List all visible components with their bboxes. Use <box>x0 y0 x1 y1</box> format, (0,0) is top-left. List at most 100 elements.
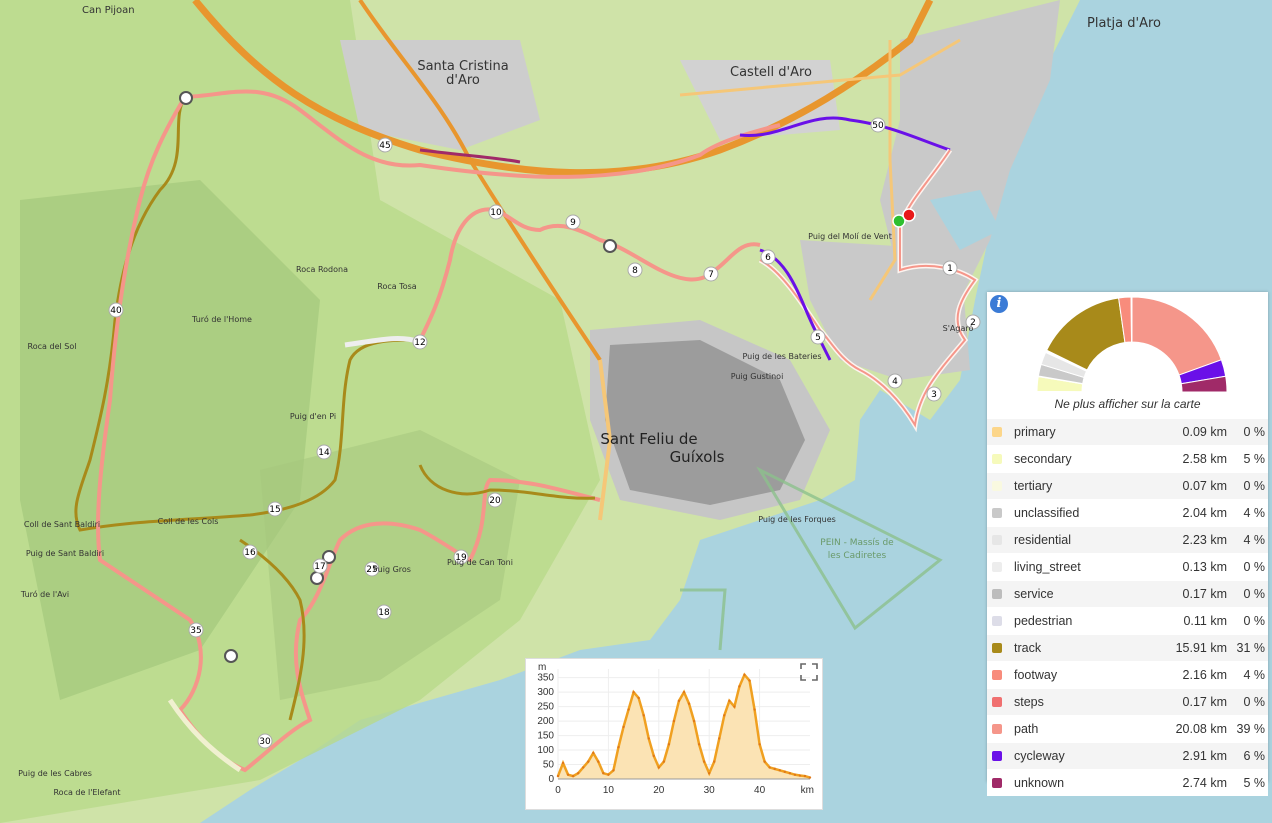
legend-percent: 5 % <box>1243 452 1265 466</box>
svg-text:20: 20 <box>489 496 501 506</box>
pein-boundary-2 <box>680 588 727 651</box>
y-tick-label: 150 <box>537 731 554 742</box>
legend-percent: 5 % <box>1243 776 1265 790</box>
legend-swatch <box>992 778 1002 788</box>
legend-label: tertiary <box>1014 479 1053 493</box>
y-tick-label: 300 <box>537 687 554 698</box>
svg-text:Coll de les Cols: Coll de les Cols <box>158 517 219 526</box>
svg-text:Puig Gustinoi: Puig Gustinoi <box>731 372 784 381</box>
legend-row-primary: primary 0.09 km 0 % <box>987 418 1268 445</box>
legend-percent: 31 % <box>1236 641 1266 655</box>
elevation-point <box>713 760 716 763</box>
legend-swatch <box>992 724 1002 734</box>
waypoint-marker[interactable] <box>179 91 193 105</box>
y-tick-label: 200 <box>537 716 554 727</box>
donut-slice-path <box>1131 296 1223 376</box>
x-axis-unit: km <box>801 785 814 796</box>
elevation-point <box>798 774 802 777</box>
x-tick-label: 10 <box>603 785 615 796</box>
svg-text:Roca de l'Elefant: Roca de l'Elefant <box>53 788 120 797</box>
x-tick-label: 0 <box>555 785 561 796</box>
svg-text:5: 5 <box>815 333 821 343</box>
svg-text:18: 18 <box>378 608 390 618</box>
svg-text:7: 7 <box>708 270 714 280</box>
surface-legend: primary 0.09 km 0 % secondary 2.58 km 5 % tert… <box>987 418 1268 796</box>
elevation-point <box>783 770 786 773</box>
elevation-point <box>748 679 751 682</box>
elevation-point <box>788 772 792 775</box>
elevation-point <box>632 690 635 694</box>
y-tick-label: 0 <box>548 774 554 785</box>
legend-distance: 0.17 km <box>1182 695 1227 709</box>
svg-text:Turó de l'Home: Turó de l'Home <box>191 314 252 324</box>
info-icon[interactable]: i <box>990 295 1008 313</box>
elevation-point <box>773 767 776 771</box>
svg-text:Can Pijoan: Can Pijoan <box>82 5 135 16</box>
elevation-point <box>672 719 676 723</box>
svg-text:Roca Tosa: Roca Tosa <box>377 282 417 291</box>
legend-swatch <box>992 535 1002 545</box>
legend-label: primary <box>1014 425 1056 439</box>
legend-percent: 6 % <box>1243 749 1265 763</box>
svg-text:les Cadiretes: les Cadiretes <box>828 551 887 561</box>
elevation-point <box>728 699 731 703</box>
legend-row-secondary: secondary 2.58 km 5 % <box>987 445 1268 472</box>
waypoint-marker[interactable] <box>224 649 238 663</box>
waypoint-marker[interactable] <box>310 571 324 585</box>
legend-swatch <box>992 616 1002 626</box>
legend-percent: 0 % <box>1243 614 1265 628</box>
end-marker[interactable] <box>902 208 916 222</box>
svg-text:Roca Rodona: Roca Rodona <box>296 265 348 274</box>
legend-percent: 39 % <box>1236 722 1266 736</box>
elevation-point <box>622 725 625 729</box>
elevation-point <box>708 772 711 775</box>
legend-percent: 4 % <box>1243 668 1265 682</box>
legend-label: secondary <box>1014 452 1072 466</box>
elevation-point <box>753 708 756 711</box>
svg-text:3: 3 <box>931 390 937 400</box>
legend-row-living_street: living_street 0.13 km 0 % <box>987 553 1268 580</box>
x-tick-label: 30 <box>704 785 716 796</box>
svg-text:Platja d'Aro: Platja d'Aro <box>1087 16 1161 31</box>
svg-text:d'Aro: d'Aro <box>446 73 480 88</box>
svg-text:30: 30 <box>259 737 271 747</box>
svg-text:40: 40 <box>110 306 122 316</box>
legend-row-track: track 15.91 km 31 % <box>987 634 1268 661</box>
legend-swatch <box>992 481 1002 491</box>
svg-text:S'Agaró: S'Agaró <box>943 323 974 333</box>
svg-text:1: 1 <box>947 264 953 274</box>
expand-icon[interactable] <box>800 663 818 681</box>
elevation-point <box>637 696 640 700</box>
waypoint-marker[interactable] <box>603 239 617 253</box>
svg-text:Castell d'Aro: Castell d'Aro <box>730 65 812 80</box>
elevation-point <box>612 769 615 772</box>
legend-distance: 2.91 km <box>1182 749 1227 763</box>
elevation-point <box>738 685 741 688</box>
legend-distance: 0.11 km <box>1183 614 1227 628</box>
legend-label: residential <box>1014 533 1071 547</box>
elevation-point <box>718 737 721 740</box>
elevation-point <box>592 751 595 755</box>
svg-text:9: 9 <box>570 218 576 228</box>
svg-text:Puig d'en Pi: Puig d'en Pi <box>290 412 336 421</box>
svg-text:Puig de les Forques: Puig de les Forques <box>758 515 836 524</box>
y-axis-unit: m <box>538 662 546 673</box>
legend-distance: 2.16 km <box>1182 668 1227 682</box>
legend-row-tertiary: tertiary 0.07 km 0 % <box>987 472 1268 499</box>
y-tick-label: 250 <box>537 702 554 713</box>
elevation-point <box>597 760 600 763</box>
hide-on-map-link[interactable]: Ne plus afficher sur la carte <box>987 397 1268 411</box>
elevation-point <box>627 708 630 711</box>
svg-text:Guíxols: Guíxols <box>670 448 725 466</box>
svg-text:12: 12 <box>414 338 425 348</box>
svg-text:Santa Cristina: Santa Cristina <box>417 59 508 74</box>
legend-row-footway: footway 2.16 km 4 % <box>987 661 1268 688</box>
legend-percent: 4 % <box>1243 533 1265 547</box>
y-tick-label: 100 <box>537 745 554 756</box>
legend-label: unclassified <box>1014 506 1080 520</box>
y-tick-label: 350 <box>537 673 554 684</box>
legend-distance: 0.09 km <box>1182 425 1227 439</box>
legend-row-cycleway: cycleway 2.91 km 6 % <box>987 742 1268 769</box>
legend-distance: 0.17 km <box>1182 587 1227 601</box>
y-tick-label: 50 <box>543 760 555 771</box>
